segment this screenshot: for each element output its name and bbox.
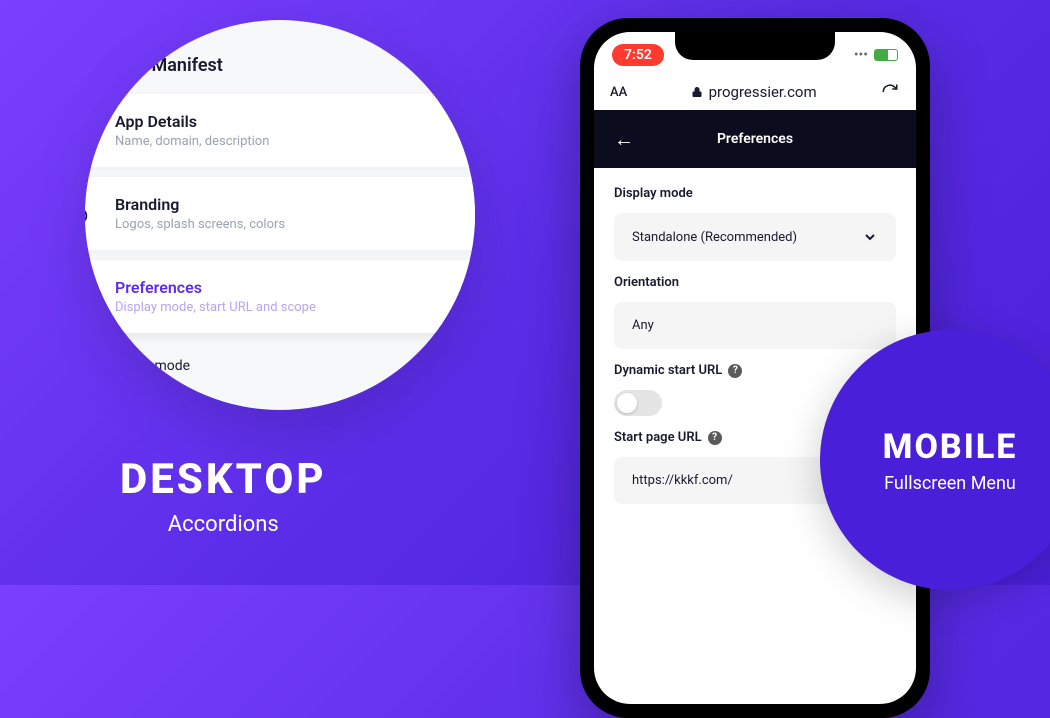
accordion-desc: Logos, splash screens, colors	[115, 217, 475, 232]
desktop-preview-circle: App Manifest App Details Name, domain, d…	[85, 20, 475, 410]
accordion-branding[interactable]: Branding Logos, splash screens, colors	[85, 177, 475, 250]
lock-icon	[691, 86, 703, 98]
nav-title: Preferences	[614, 131, 896, 147]
dropdown-value: Standalone (Recommended)	[632, 230, 797, 245]
nav-header: ← Preferences	[594, 110, 916, 168]
accordion-desc: Display mode, start URL and scope	[115, 300, 475, 315]
help-icon[interactable]: ?	[728, 364, 742, 378]
reload-icon	[881, 83, 899, 101]
droplet-icon	[85, 200, 93, 228]
url-input-value: https://kkkf.com/	[632, 473, 733, 488]
battery-icon	[874, 49, 898, 61]
more-icon: •••	[854, 47, 868, 63]
orientation-value: Any	[632, 318, 654, 333]
accordion-text: Branding Logos, splash screens, colors	[115, 195, 475, 232]
dynamic-url-toggle[interactable]	[614, 390, 662, 416]
orientation-label: Orientation	[614, 275, 896, 290]
display-mode-label: isplay mode	[115, 358, 475, 374]
reload-button[interactable]	[880, 82, 900, 102]
accordion-app-details[interactable]: App Details Name, domain, description	[85, 94, 475, 167]
orientation-dropdown[interactable]: Any	[614, 302, 896, 349]
mobile-big-label: MOBILE	[883, 427, 1018, 467]
accordion-title: App Details	[115, 112, 475, 131]
back-button[interactable]: ←	[614, 127, 634, 152]
desktop-big-label: DESKTOP	[120, 455, 327, 504]
text-size-button[interactable]: AA	[610, 85, 627, 100]
accordion-text: Preferences Display mode, start URL and …	[115, 278, 475, 315]
accordion-text: App Details Name, domain, description	[115, 112, 475, 149]
desktop-section: App Manifest App Details Name, domain, d…	[0, 0, 525, 585]
status-icons: •••	[854, 47, 898, 63]
mobile-section: 7:52 ••• AA progressier.com ← Preference…	[525, 0, 1050, 585]
sliders-icon	[85, 283, 93, 311]
desktop-labels: DESKTOP Accordions	[120, 455, 327, 537]
time-indicator: 7:52	[612, 44, 664, 66]
url-display[interactable]: progressier.com	[637, 83, 870, 101]
mobile-sub-label: Fullscreen Menu	[884, 473, 1016, 494]
section-title: App Manifest	[115, 55, 475, 76]
accordion-title: Preferences	[115, 278, 475, 297]
url-text: progressier.com	[709, 83, 817, 101]
desktop-sub-label: Accordions	[120, 512, 327, 537]
phone-notch	[675, 32, 835, 60]
accordion-desc: Name, domain, description	[115, 134, 475, 149]
url-bar: AA progressier.com	[594, 74, 916, 110]
document-icon	[85, 117, 93, 145]
chevron-down-icon	[862, 229, 878, 245]
display-mode-dropdown[interactable]: Standalone (Recommended)	[614, 213, 896, 261]
help-icon[interactable]: ?	[708, 431, 722, 445]
display-mode-label: Display mode	[614, 186, 896, 201]
accordion-preferences[interactable]: Preferences Display mode, start URL and …	[85, 260, 475, 333]
accordion-title: Branding	[115, 195, 475, 214]
accordion-container: App Manifest App Details Name, domain, d…	[85, 55, 475, 374]
